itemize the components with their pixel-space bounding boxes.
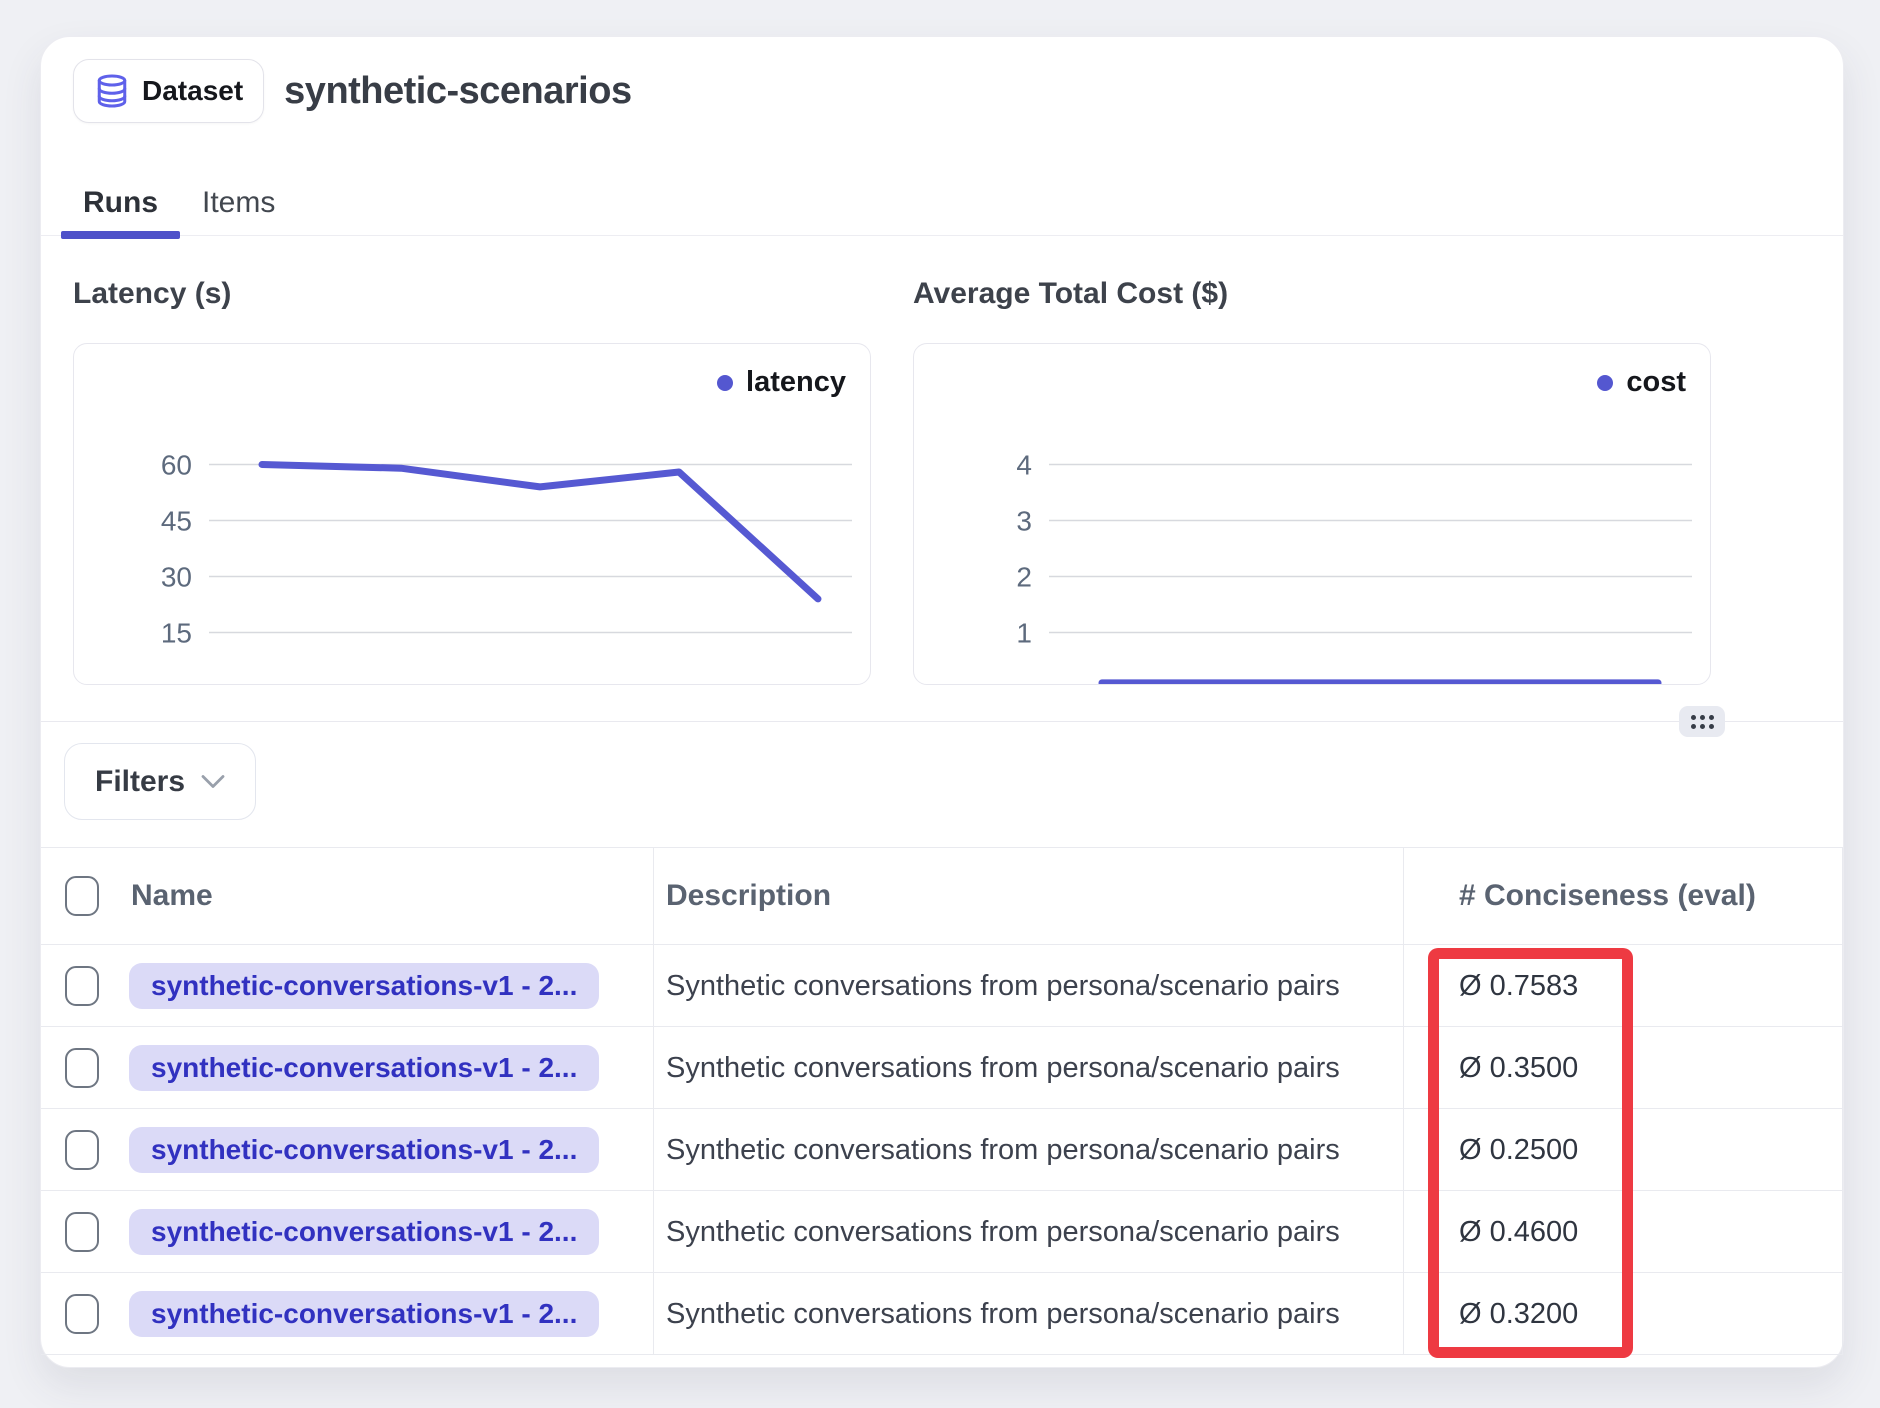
conciseness-value: Ø 0.3500 xyxy=(1459,1027,1578,1109)
table-row[interactable]: synthetic-conversations-v1 - 2... Synthe… xyxy=(41,945,1843,1027)
run-description: Synthetic conversations from persona/sce… xyxy=(666,1273,1340,1355)
table-row[interactable]: synthetic-conversations-v1 - 2... Synthe… xyxy=(41,1191,1843,1273)
tab-items[interactable]: Items xyxy=(180,174,297,235)
dataset-badge: Dataset xyxy=(73,59,264,123)
page-title: synthetic-scenarios xyxy=(284,70,631,113)
badge-label: Dataset xyxy=(142,75,243,107)
svg-text:30: 30 xyxy=(161,562,192,593)
svg-text:1: 1 xyxy=(1016,618,1032,649)
chevron-down-icon xyxy=(201,774,225,789)
svg-text:3: 3 xyxy=(1016,506,1032,537)
row-checkbox[interactable] xyxy=(65,966,99,1006)
table-header: Name Description # Conciseness (eval) xyxy=(41,847,1843,945)
conciseness-value: Ø 0.2500 xyxy=(1459,1109,1578,1191)
run-name-link[interactable]: synthetic-conversations-v1 - 2... xyxy=(129,1209,599,1255)
conciseness-value: Ø 0.3200 xyxy=(1459,1273,1578,1355)
cost-chart: 4 3 2 1 cost xyxy=(913,343,1711,685)
cost-chart-title: Average Total Cost ($) xyxy=(913,277,1228,311)
database-icon xyxy=(94,73,130,109)
dataset-card: Dataset synthetic-scenarios Runs Items L… xyxy=(40,36,1844,1368)
table-row[interactable]: synthetic-conversations-v1 - 2... Synthe… xyxy=(41,1109,1843,1191)
header: Dataset synthetic-scenarios xyxy=(73,59,632,123)
row-checkbox[interactable] xyxy=(65,1212,99,1252)
legend-dot-icon xyxy=(717,375,733,391)
conciseness-value: Ø 0.7583 xyxy=(1459,945,1578,1027)
svg-text:60: 60 xyxy=(161,450,192,481)
resize-drag-handle[interactable] xyxy=(1679,706,1725,737)
svg-text:4: 4 xyxy=(1016,450,1032,481)
select-all-checkbox[interactable] xyxy=(65,876,99,916)
filters-label: Filters xyxy=(95,765,185,799)
conciseness-value: Ø 0.4600 xyxy=(1459,1191,1578,1273)
table-row[interactable]: synthetic-conversations-v1 - 2... Synthe… xyxy=(41,1273,1843,1355)
run-name-link[interactable]: synthetic-conversations-v1 - 2... xyxy=(129,1127,599,1173)
svg-text:2: 2 xyxy=(1016,562,1032,593)
row-checkbox[interactable] xyxy=(65,1294,99,1334)
column-header-description: Description xyxy=(666,848,831,944)
table-row[interactable]: synthetic-conversations-v1 - 2... Synthe… xyxy=(41,1027,1843,1109)
run-name-link[interactable]: synthetic-conversations-v1 - 2... xyxy=(129,963,599,1009)
grip-dots-icon xyxy=(1691,715,1714,729)
svg-text:45: 45 xyxy=(161,506,192,537)
run-description: Synthetic conversations from persona/sce… xyxy=(666,1109,1340,1191)
row-checkbox[interactable] xyxy=(65,1130,99,1170)
row-checkbox[interactable] xyxy=(65,1048,99,1088)
legend-label: latency xyxy=(746,366,846,399)
filters-button[interactable]: Filters xyxy=(64,743,256,820)
run-name-link[interactable]: synthetic-conversations-v1 - 2... xyxy=(129,1045,599,1091)
tab-runs[interactable]: Runs xyxy=(61,174,180,235)
latency-chart-title: Latency (s) xyxy=(73,277,231,311)
section-divider xyxy=(41,721,1843,722)
cost-legend[interactable]: cost xyxy=(1597,366,1686,399)
column-header-name: Name xyxy=(131,848,213,944)
run-description: Synthetic conversations from persona/sce… xyxy=(666,1027,1340,1109)
run-name-link[interactable]: synthetic-conversations-v1 - 2... xyxy=(129,1291,599,1337)
latency-legend[interactable]: latency xyxy=(717,366,846,399)
legend-dot-icon xyxy=(1597,375,1613,391)
tab-bar: Runs Items xyxy=(41,174,1843,236)
cost-chart-canvas[interactable]: 4 3 2 1 xyxy=(914,344,1710,684)
latency-chart: 60 45 30 15 latency xyxy=(73,343,871,685)
legend-label: cost xyxy=(1626,366,1686,399)
run-description: Synthetic conversations from persona/sce… xyxy=(666,945,1340,1027)
run-description: Synthetic conversations from persona/sce… xyxy=(666,1191,1340,1273)
svg-text:15: 15 xyxy=(161,618,192,649)
column-header-conciseness: # Conciseness (eval) xyxy=(1459,848,1756,944)
